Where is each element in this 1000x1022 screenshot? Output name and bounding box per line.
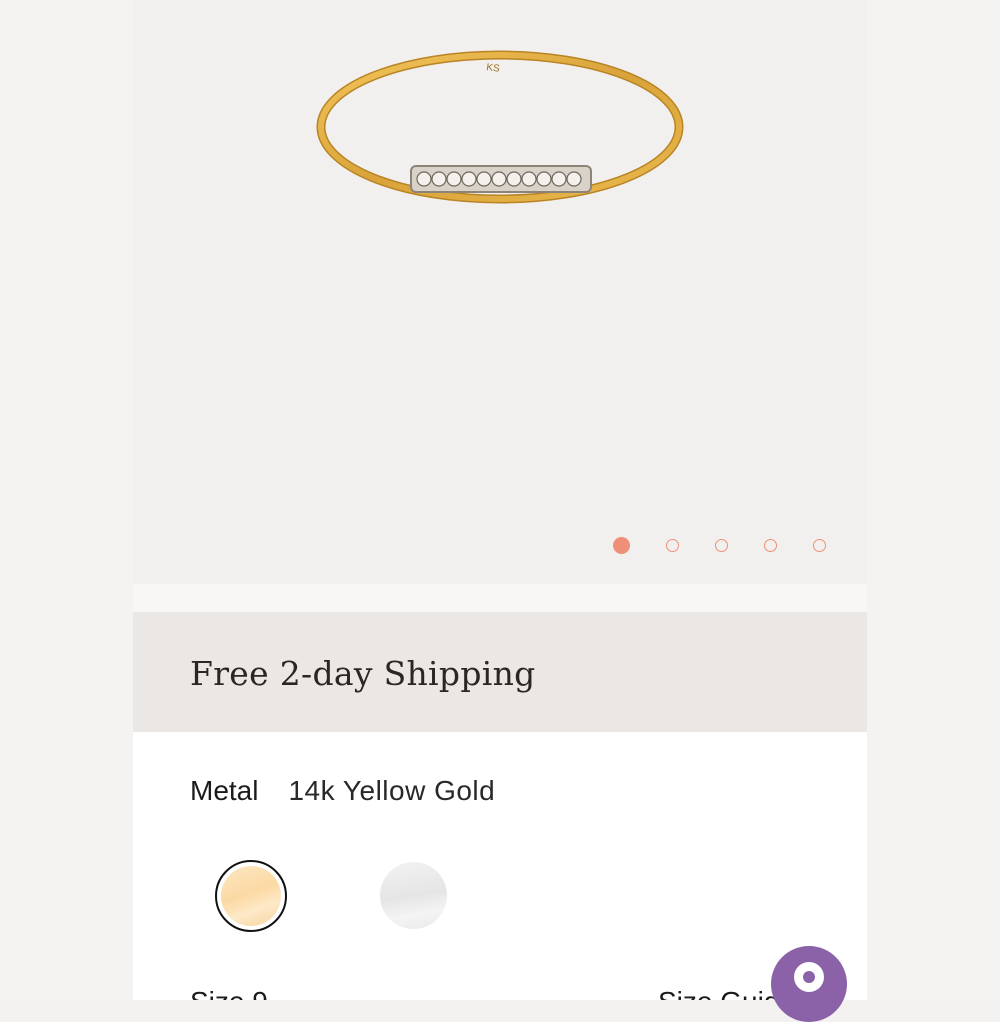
metal-swatch-white-gold[interactable] bbox=[380, 862, 447, 929]
chat-button[interactable] bbox=[771, 946, 847, 1022]
chat-icon-center bbox=[803, 971, 815, 983]
product-image-gallery[interactable]: KS bbox=[133, 0, 867, 584]
shipping-text: Free 2-day Shipping bbox=[190, 653, 536, 693]
engraving-text: KS bbox=[486, 62, 501, 75]
metal-value: 14k Yellow Gold bbox=[288, 775, 496, 806]
shipping-banner: Free 2-day Shipping bbox=[133, 612, 867, 732]
carousel-dot-5[interactable] bbox=[813, 538, 826, 552]
yellow-gold-fill bbox=[221, 866, 281, 926]
diamond-bar bbox=[410, 165, 592, 193]
size-selector-label[interactable]: Size 9 bbox=[190, 986, 268, 1000]
section-divider bbox=[133, 584, 867, 612]
carousel-dot-4[interactable] bbox=[764, 538, 777, 552]
product-page: KS Free 2-day Shipping Metal 14k Yellow … bbox=[133, 0, 867, 1000]
chat-bubble-icon bbox=[794, 962, 824, 992]
carousel-dot-3[interactable] bbox=[715, 538, 728, 552]
page-margin-right bbox=[867, 0, 1000, 1000]
carousel-dot-1[interactable] bbox=[613, 536, 630, 554]
product-ring-image: KS bbox=[316, 50, 684, 204]
carousel-dots bbox=[613, 535, 862, 555]
page-margin-left bbox=[0, 0, 133, 1000]
metal-label: Metal bbox=[190, 775, 259, 806]
metal-swatch-yellow-gold[interactable] bbox=[215, 860, 287, 932]
carousel-dot-2[interactable] bbox=[666, 538, 679, 552]
metal-selector-header: Metal 14k Yellow Gold bbox=[190, 775, 495, 807]
